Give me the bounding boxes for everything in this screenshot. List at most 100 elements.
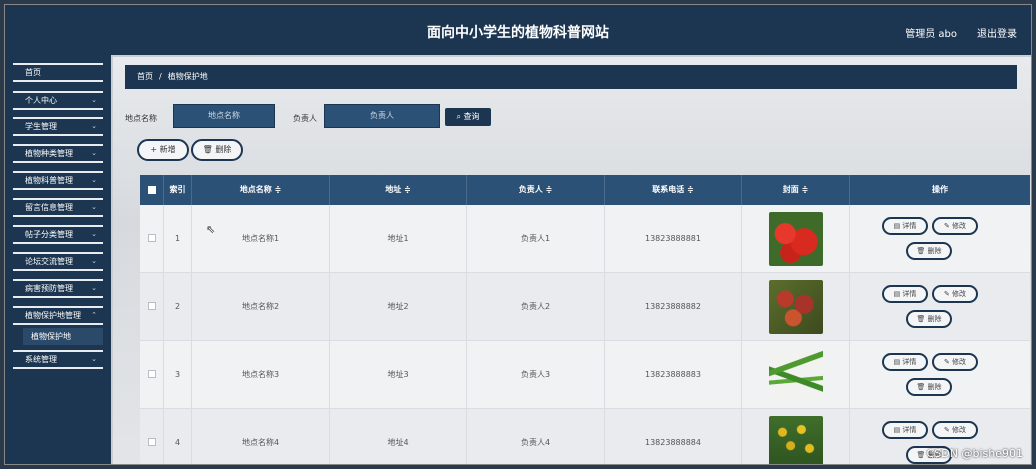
- name-cell: 地点名称1: [192, 205, 330, 273]
- name-cell: 地点名称4: [192, 409, 330, 464]
- add-button[interactable]: + 新增: [137, 139, 189, 161]
- sidebar-item-plant-science[interactable]: 植物科普管理 ⌄: [13, 171, 103, 190]
- chevron-down-icon: ⌄: [91, 257, 97, 265]
- row-checkbox[interactable]: [148, 234, 156, 242]
- trash-icon: 🗑: [202, 145, 213, 154]
- chevron-down-icon: ⌄: [91, 203, 97, 211]
- sidebar-item-plant-types[interactable]: 植物种类管理 ⌄: [13, 144, 103, 163]
- actions-cell: ▤ 详情 ✎ 修改 🗑 删除: [850, 341, 1030, 409]
- row-checkbox[interactable]: [148, 438, 156, 446]
- sidebar-item-profile[interactable]: 个人中心 ⌄: [13, 91, 103, 110]
- select-all-checkbox[interactable]: [148, 186, 156, 194]
- search-button[interactable]: ⌕ 查询: [445, 108, 491, 126]
- person-cell: 负责人1: [467, 205, 605, 273]
- sidebar-item-forum[interactable]: 论坛交流管理 ⌄: [13, 252, 103, 271]
- detail-button[interactable]: ▤ 详情: [882, 285, 928, 303]
- name-search-input[interactable]: 地点名称: [173, 104, 275, 128]
- remove-button[interactable]: 🗑 删除: [906, 378, 952, 396]
- sidebar-item-system[interactable]: 系统管理 ⌄: [13, 350, 103, 369]
- trash-icon: 🗑: [916, 451, 926, 459]
- trash-icon: 🗑: [916, 315, 926, 323]
- detail-button[interactable]: ▤ 详情: [882, 421, 928, 439]
- sidebar-item-messages[interactable]: 留言信息管理 ⌄: [13, 198, 103, 217]
- sidebar-subitem-protection-areas[interactable]: 植物保护地: [23, 328, 103, 345]
- trash-icon: 🗑: [916, 383, 926, 391]
- person-search-input[interactable]: 负责人: [324, 104, 440, 128]
- edit-label: 修改: [952, 358, 967, 366]
- sidebar-item-label: 系统管理: [25, 355, 57, 364]
- table-header: 索引 地点名称 ≑ 地址 ≑ 负责人 ≑ 联系电话 ≑ 封面 ≑ 操作: [140, 175, 1030, 205]
- remove-label: 删除: [927, 315, 942, 323]
- sidebar-item-disease[interactable]: 病害预防管理 ⌄: [13, 279, 103, 298]
- phone-cell: 13823888883: [605, 341, 742, 409]
- row-checkbox[interactable]: [148, 302, 156, 310]
- column-header-phone[interactable]: 联系电话 ≑: [605, 175, 742, 205]
- sidebar-item-label: 植物科普管理: [25, 176, 73, 185]
- column-header-index: 索引: [164, 175, 192, 205]
- select-all-cell: [140, 175, 164, 205]
- index-cell: 2: [164, 273, 192, 341]
- sidebar-item-label: 病害预防管理: [25, 284, 73, 293]
- column-header-person[interactable]: 负责人 ≑: [467, 175, 605, 205]
- column-header-cover[interactable]: 封面 ≑: [742, 175, 850, 205]
- detail-button[interactable]: ▤ 详情: [882, 217, 928, 235]
- breadcrumb-current: 植物保护地: [167, 72, 208, 81]
- chevron-down-icon: ⌄: [91, 122, 97, 130]
- sidebar-item-label: 帖子分类管理: [25, 230, 73, 239]
- batch-delete-button[interactable]: 🗑 删除: [191, 139, 243, 161]
- column-header-name[interactable]: 地点名称 ≑: [192, 175, 330, 205]
- sidebar-item-students[interactable]: 学生管理 ⌄: [13, 117, 103, 136]
- row-select-cell: [140, 341, 164, 409]
- detail-label: 详情: [902, 426, 917, 434]
- edit-icon: ✎: [943, 358, 950, 366]
- detail-icon: ▤: [893, 358, 901, 366]
- edit-icon: ✎: [943, 222, 950, 230]
- table-row: 3 地点名称3 地址3 负责人3 13823888883 ▤ 详情 ✎ 修改 🗑…: [140, 341, 1030, 409]
- edit-button[interactable]: ✎ 修改: [932, 353, 978, 371]
- edit-label: 修改: [952, 290, 967, 298]
- search-icon: ⌕: [456, 112, 461, 121]
- admin-user: 管理员 abo: [905, 29, 957, 40]
- actions-cell: ▤ 详情 ✎ 修改 🗑 删除: [850, 273, 1030, 341]
- column-header-actions: 操作: [932, 185, 948, 194]
- beans-image: [769, 348, 823, 402]
- sidebar-item-protection[interactable]: 植物保护地管理 ⌃: [13, 306, 103, 325]
- address-cell: 地址3: [330, 341, 467, 409]
- edit-icon: ✎: [943, 426, 950, 434]
- batch-delete-label: 删除: [215, 145, 232, 154]
- row-select-cell: [140, 273, 164, 341]
- sidebar-item-label: 首页: [25, 68, 41, 77]
- chevron-down-icon: ⌄: [91, 230, 97, 238]
- detail-label: 详情: [902, 290, 917, 298]
- edit-button[interactable]: ✎ 修改: [932, 217, 978, 235]
- name-cell: 地点名称3: [192, 341, 330, 409]
- edit-button[interactable]: ✎ 修改: [932, 421, 978, 439]
- sidebar-item-post-categories[interactable]: 帖子分类管理 ⌄: [13, 225, 103, 244]
- person-cell: 负责人3: [467, 341, 605, 409]
- sidebar-item-label: 个人中心: [25, 96, 57, 105]
- plus-icon: +: [150, 145, 158, 154]
- index-cell: 4: [164, 409, 192, 464]
- remove-label: 删除: [927, 247, 942, 255]
- logout-link[interactable]: 退出登录: [977, 25, 1017, 40]
- detail-icon: ▤: [893, 426, 901, 434]
- table-row: 2 地点名称2 地址2 负责人2 13823888882 ▤ 详情 ✎ 修改 🗑…: [140, 273, 1030, 341]
- remove-button[interactable]: 🗑 删除: [906, 242, 952, 260]
- row-select-cell: [140, 409, 164, 464]
- row-checkbox[interactable]: [148, 370, 156, 378]
- edit-button[interactable]: ✎ 修改: [932, 285, 978, 303]
- cover-cell: [742, 273, 850, 341]
- row-select-cell: [140, 205, 164, 273]
- sidebar-item-home[interactable]: 首页: [13, 63, 103, 82]
- cover-cell: [742, 205, 850, 273]
- remove-button[interactable]: 🗑 删除: [906, 310, 952, 328]
- app-window: 面向中小学生的植物科普网站 管理员 abo 退出登录 首页 个人中心 ⌄ 学生管理…: [4, 4, 1032, 465]
- sidebar-item-label: 论坛交流管理: [25, 257, 73, 266]
- index-cell: 3: [164, 341, 192, 409]
- cover-cell: [742, 409, 850, 464]
- watermark: CSDN @bishe901: [926, 447, 1023, 460]
- breadcrumb-home[interactable]: 首页: [137, 72, 153, 81]
- detail-button[interactable]: ▤ 详情: [882, 353, 928, 371]
- chevron-down-icon: ⌄: [91, 176, 97, 184]
- column-header-address[interactable]: 地址 ≑: [330, 175, 467, 205]
